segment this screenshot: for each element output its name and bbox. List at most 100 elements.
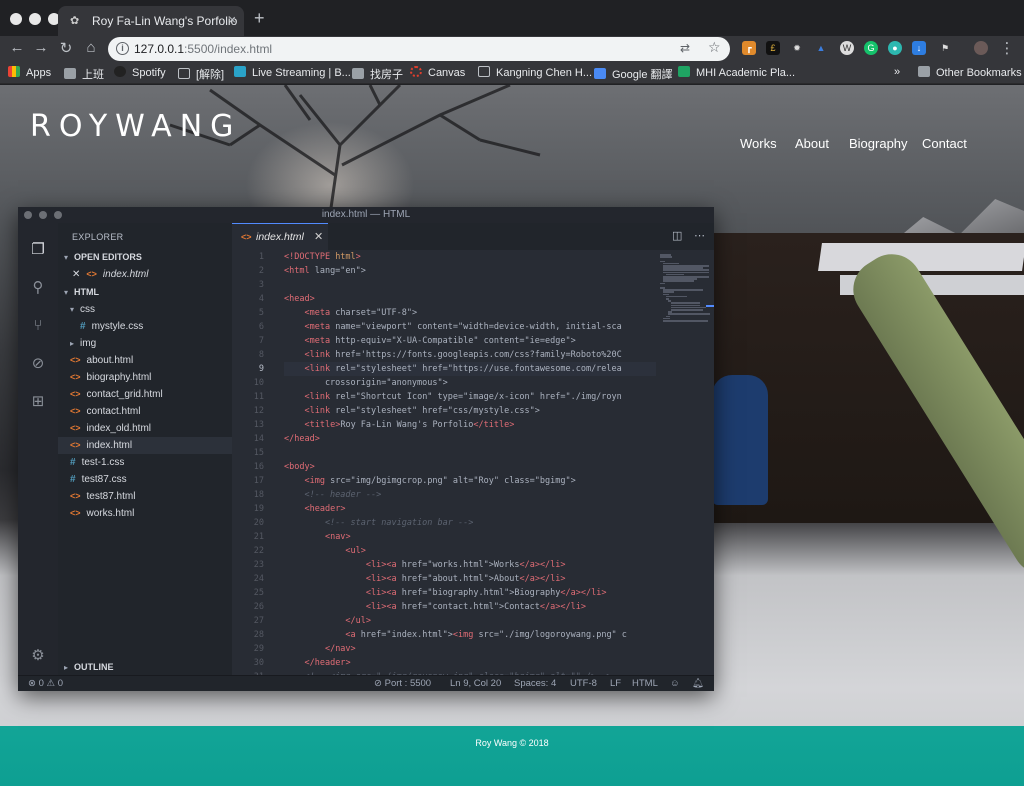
nav-biography[interactable]: Biography (849, 136, 908, 151)
notifications-bell-icon[interactable]: 🔔︎ (692, 678, 704, 689)
nav-contact[interactable]: Contact (922, 136, 967, 151)
live-server-port[interactable]: ⊘ Port : 5500 (374, 678, 431, 689)
eol-setting[interactable]: LF (610, 678, 621, 689)
close-icon[interactable]: ✕ (72, 269, 80, 280)
indentation-setting[interactable]: Spaces: 4 (514, 678, 556, 689)
bookmark-mhi[interactable]: MHI Academic Pla... (678, 66, 795, 79)
other-bookmarks[interactable]: Other Bookmarks (918, 66, 1022, 79)
bookmark-page[interactable]: Kangning Chen H... (478, 66, 592, 79)
code-line[interactable]: <li><a href="contact.html">Contact</a></… (284, 600, 586, 614)
back-arrow-icon[interactable]: ← (8, 39, 26, 56)
file-tree-item[interactable]: <> works.html (58, 505, 232, 522)
home-icon[interactable]: ⌂ (82, 39, 100, 56)
extension-icon[interactable]: £ (766, 41, 780, 55)
nav-works[interactable]: Works (740, 136, 777, 151)
source-control-icon[interactable]: ⑂ (29, 317, 47, 335)
bookmark-spotify[interactable]: Spotify (114, 66, 166, 79)
cursor-position[interactable]: Ln 9, Col 20 (450, 678, 501, 689)
new-tab-button[interactable]: + (254, 8, 265, 29)
code-line[interactable]: <link rel="Shortcut Icon" type="image/x-… (284, 390, 621, 404)
bookmark-live-streaming[interactable]: Live Streaming | B... (234, 66, 351, 79)
code-line[interactable]: <!DOCTYPE html> (284, 250, 361, 264)
code-line[interactable]: <li><a href="about.html">About</a></li> (284, 572, 566, 586)
file-tree-item[interactable]: # mystyle.css (58, 318, 232, 335)
code-line[interactable]: <meta charset="UTF-8"> (284, 306, 417, 320)
debug-icon[interactable]: ⊘ (29, 355, 47, 373)
open-editors-section[interactable]: ▾ OPEN EDITORS (58, 249, 232, 265)
extension-icon[interactable]: ┏ (742, 41, 756, 55)
code-line[interactable]: </header> (284, 656, 350, 670)
file-tree-item[interactable]: # test-1.css (58, 454, 232, 471)
code-line[interactable]: <meta http-equiv="X-UA-Compatible" conte… (284, 334, 575, 348)
more-actions-icon[interactable]: ⋯ (694, 229, 705, 242)
code-line[interactable]: <!-- header --> (284, 488, 381, 502)
nav-about[interactable]: About (795, 136, 829, 151)
scrollbar[interactable] (706, 305, 714, 307)
file-tree-item[interactable]: <> index_old.html (58, 420, 232, 437)
code-line[interactable]: <img src="img/bgimgcrop.png" alt="Roy" c… (284, 474, 575, 488)
file-tree-item[interactable]: <> index.html (58, 437, 232, 454)
profile-avatar[interactable] (974, 41, 988, 55)
code-line[interactable]: <a href="index.html"><img src="./img/log… (284, 628, 627, 642)
close-window-button[interactable] (10, 13, 22, 25)
language-mode[interactable]: HTML (632, 678, 658, 689)
file-tree-item[interactable]: <> about.html (58, 352, 232, 369)
code-line[interactable]: </nav> (284, 642, 356, 656)
download-extension-icon[interactable]: ↓ (912, 41, 926, 55)
extension-icon[interactable]: W (840, 41, 854, 55)
open-editor-item[interactable]: ✕ <> index.html (58, 266, 232, 283)
bookmark-apps[interactable]: Apps (8, 66, 51, 79)
file-tree-item[interactable]: <> test87.html (58, 488, 232, 505)
search-icon[interactable]: ⚲ (29, 279, 47, 297)
bookmark-folder[interactable]: 找房子 (352, 66, 403, 82)
bookmark-google-translate[interactable]: Google 翻譯 (594, 66, 673, 82)
close-tab-icon[interactable]: × (228, 12, 236, 27)
code-line[interactable]: crossorigin="anonymous"> (284, 376, 448, 390)
more-bookmarks-chevron-icon[interactable]: » (894, 66, 900, 78)
code-line[interactable]: <link href='https://fonts.googleapis.com… (284, 348, 621, 362)
code-text[interactable]: <!DOCTYPE html> <html lang="en"> <head> <m… (284, 250, 656, 675)
code-line[interactable]: <li><a href="works.html">Works</a></li> (284, 558, 566, 572)
translate-icon[interactable]: ⇄ (680, 41, 690, 55)
bookmark-canvas[interactable]: Canvas (410, 66, 465, 79)
code-line[interactable]: </ul> (284, 614, 371, 628)
address-bar[interactable]: i 127.0.0.1:5500/index.html ⇄ ☆ (108, 37, 730, 61)
file-tree-item[interactable]: <> biography.html (58, 369, 232, 386)
grammarly-icon[interactable]: G (864, 41, 878, 55)
menu-dots-icon[interactable]: ⋮ (998, 39, 1016, 57)
site-logo[interactable]: ROYWANG (30, 109, 241, 144)
feedback-smiley-icon[interactable]: ☺ (670, 678, 680, 689)
code-line[interactable]: <nav> (284, 530, 351, 544)
encoding-setting[interactable]: UTF-8 (570, 678, 597, 689)
bookmark-page[interactable]: [解除] (178, 66, 224, 82)
reload-icon[interactable]: ↻ (57, 39, 75, 57)
code-line[interactable]: <li><a href="biography.html">Biography</… (284, 586, 607, 600)
code-line[interactable]: <link rel="stylesheet" href="https://use… (284, 362, 656, 376)
file-tree-item[interactable]: # test87.css (58, 471, 232, 488)
code-line[interactable]: <meta name="viewport" content="width=dev… (284, 320, 621, 334)
browser-tab[interactable]: ✿ Roy Fa-Lin Wang's Porfolio × (58, 6, 244, 36)
file-tree-item[interactable]: <> contact.html (58, 403, 232, 420)
problems-indicator[interactable]: ⊗ 0 ⚠ 0 (28, 678, 63, 689)
minimize-window-button[interactable] (29, 13, 41, 25)
code-line[interactable]: <html lang="en"> (284, 264, 366, 278)
extension-icon[interactable]: ▲ (814, 41, 828, 55)
close-tab-icon[interactable]: ✕ (314, 230, 323, 243)
code-line[interactable]: <body> (284, 460, 315, 474)
code-line[interactable]: <ul> (284, 544, 365, 558)
file-tree-item[interactable]: <> contact_grid.html (58, 386, 232, 403)
extensions-icon[interactable]: ⊞ (29, 393, 47, 411)
site-info-icon[interactable]: i (116, 42, 129, 55)
gear-extension-icon[interactable]: ✹ (790, 41, 804, 55)
bookmark-star-icon[interactable]: ☆ (708, 39, 721, 56)
forward-arrow-icon[interactable]: → (32, 39, 50, 56)
code-line[interactable]: <title>Roy Fa-Lin Wang's Porfolio</title… (284, 418, 514, 432)
files-explorer-icon[interactable]: ❐ (29, 241, 47, 259)
code-line[interactable]: <header> (284, 502, 345, 516)
code-line[interactable]: <link rel="stylesheet" href="css/mystyle… (284, 404, 539, 418)
extension-icon[interactable]: ● (888, 41, 902, 55)
code-line[interactable]: <head> (284, 292, 315, 306)
code-line[interactable]: <!-- start navigation bar --> (284, 516, 473, 530)
file-tree-item[interactable]: ▾ css (58, 301, 232, 318)
bookmark-folder[interactable]: 上班 (64, 66, 104, 82)
